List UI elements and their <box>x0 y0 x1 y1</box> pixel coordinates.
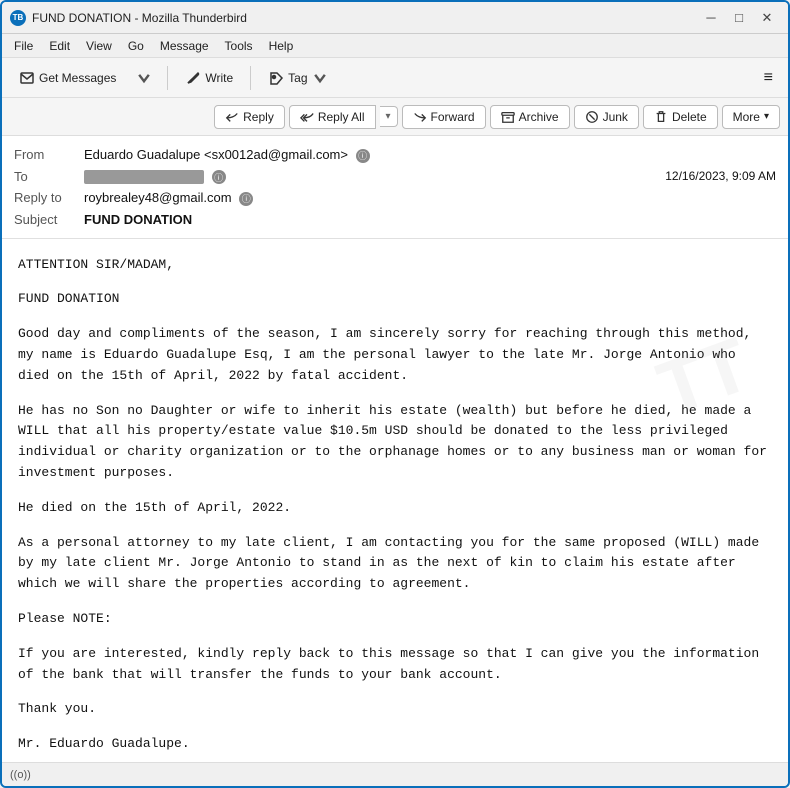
menu-tools[interactable]: Tools <box>217 37 261 55</box>
reply-all-icon <box>300 110 314 124</box>
email-paragraph-5: Please NOTE: <box>18 609 772 630</box>
menu-message[interactable]: Message <box>152 37 217 55</box>
email-body: TT ATTENTION SIR/MADAM, FUND DONATION Go… <box>2 239 788 762</box>
write-button[interactable]: Write <box>176 65 242 91</box>
reply-to-row: Reply to roybrealey48@gmail.com ⓘ <box>14 187 776 209</box>
reply-all-button[interactable]: Reply All <box>289 105 376 129</box>
email-paragraph-7: Thank you. <box>18 699 772 720</box>
email-paragraph-2: He has no Son no Daughter or wife to inh… <box>18 401 772 484</box>
more-dropdown-icon: ▾ <box>764 111 769 122</box>
window-controls: ─ □ ✕ <box>698 7 780 29</box>
email-paragraph-6: If you are interested, kindly reply back… <box>18 644 772 686</box>
email-paragraph-3: He died on the 15th of April, 2022. <box>18 498 772 519</box>
more-button[interactable]: More ▾ <box>722 105 780 129</box>
archive-button[interactable]: Archive <box>490 105 570 129</box>
from-row: From Eduardo Guadalupe <sx0012ad@gmail.c… <box>14 144 776 166</box>
toolbar-separator-1 <box>167 66 168 90</box>
menu-view[interactable]: View <box>78 37 120 55</box>
reply-icon <box>225 110 239 124</box>
from-label: From <box>14 147 84 162</box>
app-icon: TB <box>10 10 26 26</box>
delete-icon <box>654 110 668 124</box>
tag-icon <box>268 70 284 86</box>
tag-button[interactable]: Tag <box>259 65 336 91</box>
forward-icon <box>413 110 427 124</box>
reply-to-value: roybrealey48@gmail.com ⓘ <box>84 190 776 206</box>
get-messages-dropdown[interactable] <box>129 65 159 91</box>
status-bar: ((o)) <box>2 762 788 786</box>
chevron-down-icon <box>136 70 152 86</box>
to-info-icon[interactable]: ⓘ <box>212 170 226 184</box>
window-title: FUND DONATION - Mozilla Thunderbird <box>32 11 698 25</box>
menu-file[interactable]: File <box>6 37 41 55</box>
subject-row: Subject FUND DONATION <box>14 209 776 230</box>
tag-dropdown-icon <box>312 70 328 86</box>
junk-icon <box>585 110 599 124</box>
reply-button[interactable]: Reply <box>214 105 285 129</box>
menu-help[interactable]: Help <box>261 37 302 55</box>
reply-to-label: Reply to <box>14 190 84 205</box>
to-label: To <box>14 169 84 184</box>
email-paragraph-4: As a personal attorney to my late client… <box>18 533 772 595</box>
email-greeting: ATTENTION SIR/MADAM, <box>18 255 772 276</box>
get-messages-icon <box>19 70 35 86</box>
menu-go[interactable]: Go <box>120 37 152 55</box>
minimize-button[interactable]: ─ <box>698 7 724 29</box>
get-messages-button[interactable]: Get Messages <box>10 65 125 91</box>
email-title: FUND DONATION <box>18 289 772 310</box>
menu-edit[interactable]: Edit <box>41 37 78 55</box>
junk-button[interactable]: Junk <box>574 105 639 129</box>
delete-button[interactable]: Delete <box>643 105 718 129</box>
from-info-icon[interactable]: ⓘ <box>356 149 370 163</box>
toolbar-separator-2 <box>250 66 251 90</box>
main-toolbar: Get Messages Write Tag <box>2 58 788 98</box>
action-bar: Reply Reply All ▾ Forward Archive <box>2 98 788 136</box>
title-bar: TB FUND DONATION - Mozilla Thunderbird ─… <box>2 2 788 34</box>
reply-all-dropdown[interactable]: ▾ <box>380 106 398 127</box>
subject-label: Subject <box>14 212 84 227</box>
email-paragraph-1: Good day and compliments of the season, … <box>18 324 772 386</box>
email-header: From Eduardo Guadalupe <sx0012ad@gmail.c… <box>2 136 788 239</box>
close-button[interactable]: ✕ <box>754 7 780 29</box>
forward-button[interactable]: Forward <box>402 105 486 129</box>
email-signature-1: Mr. Eduardo Guadalupe. <box>18 734 772 755</box>
from-value: Eduardo Guadalupe <sx0012ad@gmail.com> ⓘ <box>84 147 776 163</box>
hamburger-button[interactable]: ≡ <box>757 64 780 92</box>
reply-to-info-icon[interactable]: ⓘ <box>239 192 253 206</box>
app-window: TB FUND DONATION - Mozilla Thunderbird ─… <box>0 0 790 788</box>
maximize-button[interactable]: □ <box>726 7 752 29</box>
connection-status: ((o)) <box>10 769 31 781</box>
subject-value: FUND DONATION <box>84 212 776 227</box>
to-value: ⓘ <box>84 169 665 185</box>
connection-icon: ((o)) <box>10 769 31 781</box>
write-icon <box>185 70 201 86</box>
archive-icon <box>501 110 515 124</box>
to-redacted <box>84 170 204 184</box>
to-row: To ⓘ 12/16/2023, 9:09 AM <box>14 166 776 188</box>
menu-bar: File Edit View Go Message Tools Help <box>2 34 788 58</box>
email-date: 12/16/2023, 9:09 AM <box>665 169 776 183</box>
